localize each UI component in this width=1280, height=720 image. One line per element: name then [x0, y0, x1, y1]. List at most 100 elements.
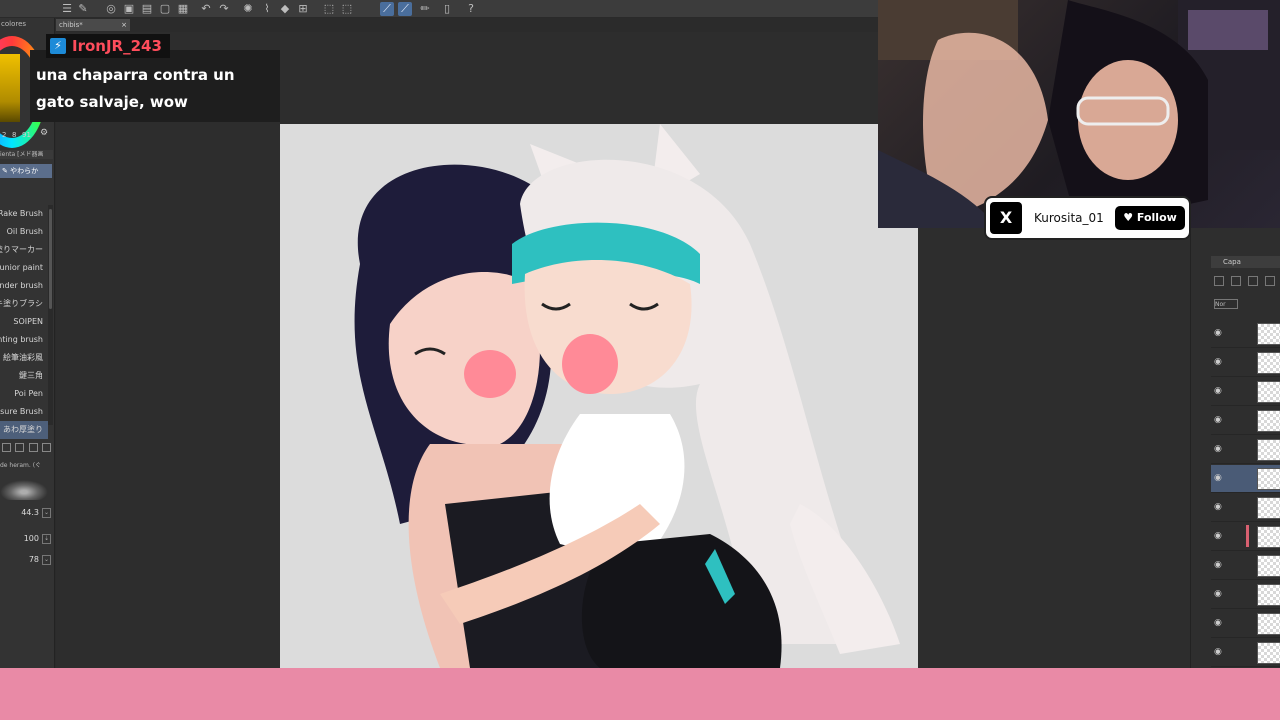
- drawing-canvas[interactable]: [280, 124, 918, 668]
- delete-icon[interactable]: ▦: [176, 2, 190, 16]
- density-row[interactable]: 78 ⌄: [0, 553, 53, 567]
- color-panel-title: colores: [1, 20, 27, 28]
- layer-row[interactable]: ◉: [1211, 465, 1280, 493]
- color-settings-icon[interactable]: ⚙: [40, 128, 48, 138]
- chevron-down-icon[interactable]: ⌄: [42, 555, 51, 565]
- eye-icon[interactable]: ◉: [1214, 357, 1224, 367]
- layer-row[interactable]: ◉: [1211, 320, 1280, 348]
- brush-item[interactable]: painting brush: [0, 331, 48, 349]
- layer-row[interactable]: ◉: [1211, 378, 1280, 406]
- layer-tool-icon[interactable]: [1214, 276, 1224, 286]
- eye-icon[interactable]: ◉: [1214, 328, 1224, 338]
- select-icon[interactable]: ⬚: [322, 2, 336, 16]
- brush-item[interactable]: 絵筆油彩風: [0, 349, 48, 367]
- eye-icon[interactable]: ◉: [1214, 473, 1224, 483]
- menu-icon[interactable]: ☰: [60, 2, 74, 16]
- eye-icon[interactable]: ◉: [1214, 560, 1224, 570]
- layer-tool-icon[interactable]: [1248, 276, 1259, 286]
- brush-item[interactable]: render brush: [0, 277, 48, 295]
- eye-icon[interactable]: ◉: [1214, 618, 1224, 628]
- sub-tool-buttons: [0, 440, 53, 454]
- brush-item[interactable]: キ塗りブラシ: [0, 295, 48, 313]
- blend-mode-select[interactable]: Nor: [1214, 299, 1238, 309]
- eye-icon[interactable]: ◉: [1214, 415, 1224, 425]
- x-logo-icon: X: [990, 202, 1022, 234]
- brush-item[interactable]: Junior paint: [0, 259, 48, 277]
- doc-icon[interactable]: ▯: [440, 2, 454, 16]
- layer-thumbnail: [1257, 381, 1280, 403]
- eye-icon[interactable]: ◉: [1214, 647, 1224, 657]
- brush-item[interactable]: Oil Brush: [0, 223, 48, 241]
- sub-tool-group-label: やわらか: [10, 167, 39, 175]
- pen-dropdown-icon[interactable]: ✎: [76, 2, 90, 16]
- brush-list-scrollbar[interactable]: [48, 205, 53, 425]
- follow-button[interactable]: ♥ Follow: [1115, 206, 1185, 230]
- layer-tool-icon[interactable]: [1265, 276, 1276, 286]
- help-icon[interactable]: ?: [464, 2, 478, 16]
- ruler-icon[interactable]: ⟋: [380, 2, 394, 16]
- new-icon[interactable]: [28, 442, 38, 452]
- settings-icon[interactable]: ✺: [241, 2, 255, 16]
- layer-row[interactable]: ◉: [1211, 407, 1280, 435]
- save-icon[interactable]: ▣: [122, 2, 136, 16]
- crop-icon[interactable]: ⬚: [340, 2, 354, 16]
- ruler-active-icon[interactable]: ⟋: [398, 2, 412, 16]
- layer-thumbnail: [1257, 555, 1280, 577]
- layer-thumbnail: [1257, 497, 1280, 519]
- pen-icon[interactable]: ✏: [418, 2, 432, 16]
- sub-tool-group-selected[interactable]: ✎ やわらか: [0, 164, 52, 178]
- webcam-feed: [878, 0, 1280, 228]
- settings-icon[interactable]: [2, 442, 12, 452]
- brush-item[interactable]: Poi Pen: [0, 385, 48, 403]
- tab-close-icon[interactable]: ×: [121, 19, 127, 31]
- layer-row[interactable]: ◉: [1211, 523, 1280, 551]
- brush-item-label: Poi Pen: [14, 389, 43, 398]
- layer-row[interactable]: ◉: [1211, 610, 1280, 638]
- undo-icon[interactable]: ↶: [199, 2, 213, 16]
- brush-item[interactable]: 塗りマーカー: [0, 241, 48, 259]
- layer-panel: Capa Nor ◉ ◉ ◉ ◉ ◉ ◉ ◉ ◉ ◉ ◉ ◉ ◉: [1190, 228, 1280, 668]
- brush-item-label: 塗りマーカー: [0, 245, 43, 254]
- frame-icon[interactable]: ▢: [158, 2, 172, 16]
- brush-size-row[interactable]: 44.3 ⌄: [0, 506, 53, 520]
- layer-row[interactable]: ◉: [1211, 349, 1280, 377]
- fill-icon[interactable]: ◆: [278, 2, 292, 16]
- layer-row[interactable]: ◉: [1211, 552, 1280, 580]
- layer-color-mark: [1246, 525, 1249, 547]
- stroke-preview: [0, 480, 48, 500]
- eye-icon[interactable]: ◉: [1214, 502, 1224, 512]
- trash-icon[interactable]: [41, 442, 51, 452]
- layer-row[interactable]: ◉: [1211, 494, 1280, 522]
- pressure-icon[interactable]: ⇣: [42, 534, 51, 544]
- smooth-icon[interactable]: ⌇: [260, 2, 274, 16]
- opacity-row[interactable]: 100 ⇣: [0, 532, 53, 546]
- image-icon[interactable]: ▤: [140, 2, 154, 16]
- brush-item[interactable]: 鍵三角: [0, 367, 48, 385]
- brush-item[interactable]: Rake Brush: [0, 205, 48, 223]
- eye-icon[interactable]: ◉: [1214, 531, 1224, 541]
- chevron-down-icon[interactable]: ⌄: [42, 508, 51, 518]
- chibi-illustration: [354, 124, 900, 668]
- layer-thumbnail: [1257, 526, 1280, 548]
- redo-icon[interactable]: ↷: [217, 2, 231, 16]
- brush-item[interactable]: essure Brush: [0, 403, 48, 421]
- layer-row[interactable]: ◉: [1211, 436, 1280, 464]
- color-swatch[interactable]: [0, 54, 20, 122]
- transform-icon[interactable]: ⊞: [296, 2, 310, 16]
- brush-item[interactable]: あわ厚塗り: [0, 421, 48, 439]
- value-value: 91: [22, 131, 31, 139]
- tab-document[interactable]: chibis* ×: [56, 19, 130, 31]
- layer-tool-icon[interactable]: [1231, 276, 1242, 286]
- layer-row[interactable]: ◉: [1211, 581, 1280, 609]
- brush-item-label: キ塗りブラシ: [0, 299, 43, 308]
- eye-icon[interactable]: ◉: [1214, 589, 1224, 599]
- eye-icon[interactable]: ◎: [104, 2, 118, 16]
- eye-icon[interactable]: ◉: [1214, 444, 1224, 454]
- brush-item-label: essure Brush: [0, 407, 43, 416]
- copy-icon[interactable]: [15, 442, 25, 452]
- layer-thumbnail: [1257, 613, 1280, 635]
- eye-icon[interactable]: ◉: [1214, 386, 1224, 396]
- brush-item[interactable]: SOIPEN: [0, 313, 48, 331]
- social-handle: Kurosita_01: [1034, 211, 1104, 225]
- layer-row[interactable]: ◉: [1211, 639, 1280, 667]
